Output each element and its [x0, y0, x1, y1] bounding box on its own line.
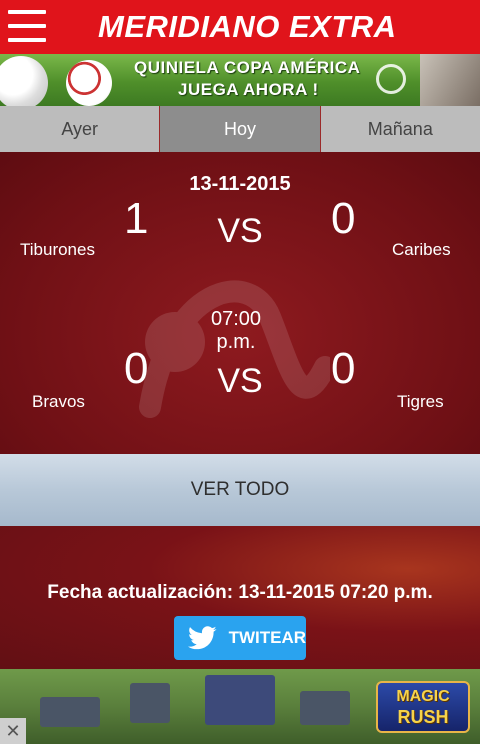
ad-banner-top[interactable]: QUINIELA COPA AMÉRICA JUEGA AHORA !: [0, 54, 480, 106]
tab-ayer[interactable]: Ayer: [0, 106, 161, 152]
banner-line-1: QUINIELA COPA AMÉRICA: [134, 58, 361, 77]
close-icon[interactable]: ✕: [0, 718, 26, 744]
soccer-ball-icon: [66, 60, 112, 106]
tweet-button[interactable]: TWITEAR: [174, 616, 306, 660]
trophy-emblem-icon: [376, 64, 406, 94]
away-team: Caribes: [392, 240, 451, 259]
castle-image: [300, 691, 350, 725]
banner-line-2: JUEGA AHORA !: [178, 80, 319, 99]
ver-todo-button[interactable]: VER TODO: [0, 454, 480, 526]
magic-rush-logo: MAGIC RUSH: [376, 681, 470, 733]
footer-panel: Fecha actualización: 13-11-2015 07:20 p.…: [0, 526, 480, 669]
app-title: MERIDIANO EXTRA: [98, 9, 397, 44]
castle-image: [40, 697, 100, 727]
logo-line-2: RUSH: [397, 707, 449, 727]
castle-image: [130, 683, 170, 723]
away-score: 0: [331, 344, 356, 393]
tab-manana[interactable]: Mañana: [320, 106, 480, 152]
last-updated-text: Fecha actualización: 13-11-2015 07:20 p.…: [47, 582, 433, 603]
away-team: Tigres: [397, 392, 444, 411]
match-time: 07:00 p.m.: [210, 308, 262, 353]
castle-image: [205, 675, 275, 725]
app-header: MERIDIANO EXTRA: [0, 0, 480, 54]
twitter-bird-icon: [188, 626, 217, 650]
ad-banner-bottom[interactable]: MAGIC RUSH ✕: [0, 669, 480, 744]
player-image: [420, 54, 480, 106]
tab-hoy[interactable]: Hoy: [160, 106, 321, 152]
logo-line-1: MAGIC: [396, 688, 450, 705]
tweet-button-label: TWITEAR: [228, 628, 306, 647]
scores-panel: 13-11-2015 1 VS 0 Tiburones Caribes 07:0…: [0, 152, 480, 454]
menu-icon[interactable]: [8, 10, 46, 42]
match-date: 13-11-2015: [189, 173, 291, 195]
day-tabs: Ayer Hoy Mañana: [0, 106, 480, 152]
home-team: Tiburones: [20, 240, 95, 259]
home-team: Bravos: [32, 392, 85, 411]
away-score: 0: [331, 194, 356, 243]
soccer-ball-icon: [0, 56, 48, 106]
